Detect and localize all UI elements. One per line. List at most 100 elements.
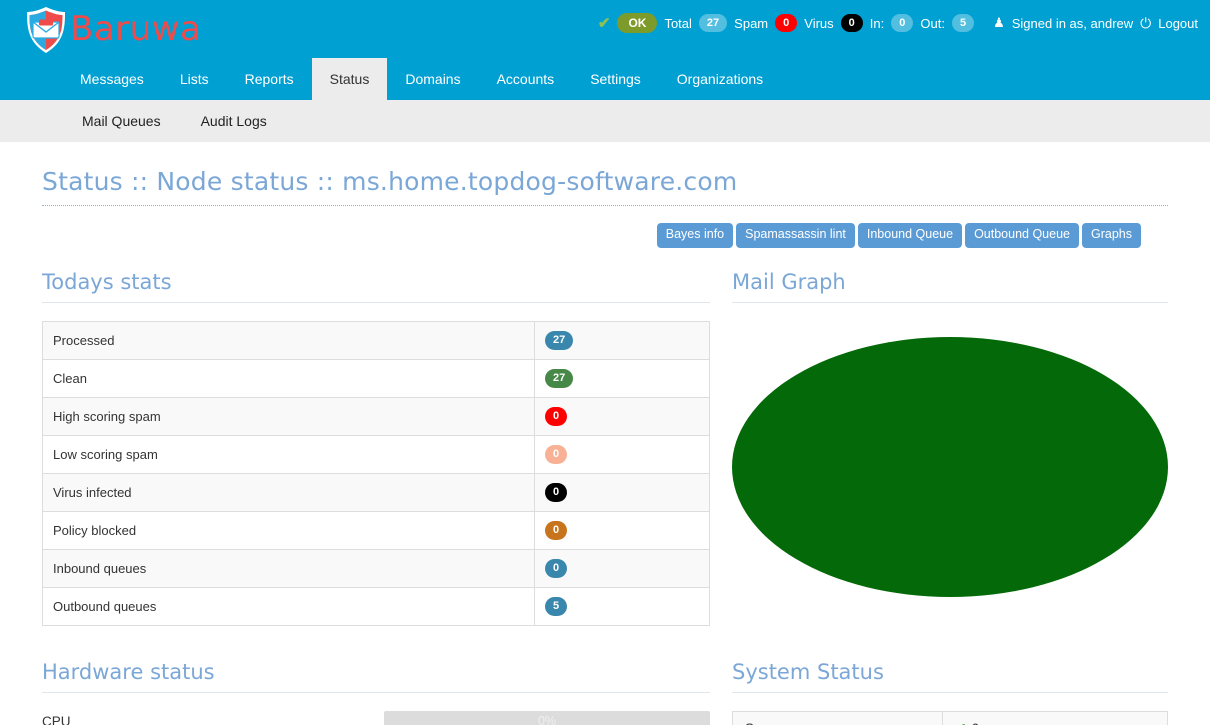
cpu-progress-text: 0%: [537, 713, 557, 725]
total-badge: 27: [698, 14, 728, 32]
outbound-badge: 5: [951, 14, 975, 32]
nav-item-reports[interactable]: Reports: [227, 58, 312, 100]
table-row: Outbound queues 5: [42, 587, 710, 626]
user-icon: ♟: [993, 15, 1005, 30]
spamassassin-lint-button[interactable]: Spamassassin lint: [736, 223, 855, 248]
status-badge: 27: [545, 368, 574, 388]
mail-graph-panel: Mail Graph: [732, 270, 1168, 626]
nav-label: Messages: [80, 71, 144, 87]
bottom-section: Hardware status CPU 0% Memory 87% System…: [42, 660, 1168, 725]
mail-graph-chart: [732, 321, 1168, 613]
page-title: Status :: Node status :: ms.home.topdog-…: [42, 142, 1168, 206]
nav-label: Organizations: [676, 71, 764, 87]
nav-item-settings[interactable]: Settings: [572, 58, 659, 100]
table-row: Inbound queues 0: [42, 549, 710, 588]
nav-label: Settings: [590, 71, 641, 87]
outbound-label: Out:: [920, 15, 945, 31]
virus-label: Virus: [804, 15, 834, 31]
nav-label: Status: [329, 71, 370, 87]
check-icon: ✔: [955, 721, 966, 725]
nav-item-status[interactable]: Status: [311, 58, 388, 100]
stat-value-cell: 0: [534, 397, 710, 436]
check-icon: ✔: [597, 15, 611, 32]
status-badge: 0: [545, 406, 568, 426]
system-label: Scanners: [732, 711, 943, 725]
nav-item-lists[interactable]: Lists: [162, 58, 227, 100]
graphs-button[interactable]: Graphs: [1082, 223, 1141, 248]
main-navigation: Messages Lists Reports Status Domains Ac…: [0, 58, 1210, 100]
system-value: 6 processes: [971, 721, 1044, 725]
stat-value-cell: 0: [534, 511, 710, 550]
shield-envelope-icon: [24, 4, 68, 54]
status-badge: 0: [545, 558, 568, 578]
table-row: Scanners ✔ 6 processes: [732, 711, 1168, 725]
hardware-row-cpu: CPU 0%: [42, 710, 710, 725]
table-row: Policy blocked 0: [42, 511, 710, 550]
brand-logo[interactable]: Baruwa: [24, 0, 201, 58]
app-header: Baruwa ✔ OK Total 27 Spam 0 Virus 0 In: …: [0, 0, 1210, 58]
inbound-badge: 0: [891, 14, 914, 32]
subnav-item-mail-queues[interactable]: Mail Queues: [62, 100, 181, 142]
stat-value-cell: 5: [534, 587, 710, 626]
pie-chart-svg: [732, 336, 1168, 597]
status-badge-ok: OK: [617, 13, 658, 33]
cpu-progress-bar: 0%: [384, 710, 710, 725]
todays-stats-title: Todays stats: [42, 270, 710, 303]
spam-label: Spam: [734, 15, 769, 31]
stat-value-cell: 27: [534, 359, 710, 398]
status-badge: 27: [545, 330, 574, 350]
inbound-label: In:: [869, 15, 885, 31]
nav-item-accounts[interactable]: Accounts: [479, 58, 573, 100]
header-status-bar: ✔ OK Total 27 Spam 0 Virus 0 In: 0 Out: …: [598, 0, 1198, 46]
stat-value-cell: 27: [534, 321, 710, 360]
stat-value-cell: 0: [534, 473, 710, 512]
stat-label: Outbound queues: [53, 598, 157, 614]
bayes-info-button[interactable]: Bayes info: [656, 223, 734, 248]
table-row: Processed 27: [42, 321, 710, 360]
system-value-cell: ✔ 6 processes: [942, 711, 1168, 725]
stat-label: Low scoring spam: [42, 435, 535, 474]
hardware-status-panel: Hardware status CPU 0% Memory 87%: [42, 660, 710, 725]
action-button-row: Bayes info Spamassassin lint Inbound Que…: [42, 223, 1168, 248]
stat-label: Clean: [42, 359, 535, 398]
todays-stats-panel: Todays stats Processed 27 Clean 27 High …: [42, 270, 710, 626]
table-row: Low scoring spam 0: [42, 435, 710, 474]
power-icon[interactable]: ⏻: [1140, 15, 1151, 32]
system-status-title: System Status: [732, 660, 1168, 693]
status-badge: 0: [545, 444, 568, 464]
status-badge: 0: [545, 520, 568, 540]
stat-value-cell: 0: [534, 435, 710, 474]
stat-label: Inbound queues: [42, 549, 535, 588]
outbound-queue-button[interactable]: Outbound Queue: [965, 223, 1079, 248]
stat-label: Policy blocked: [42, 511, 535, 550]
subnav-item-audit-logs[interactable]: Audit Logs: [181, 100, 287, 142]
stat-label: High scoring spam: [42, 397, 535, 436]
stat-value-cell: 0: [534, 549, 710, 588]
todays-stats-table: Processed 27 Clean 27 High scoring spam …: [42, 320, 710, 626]
brand-name: Baruwa: [70, 9, 202, 49]
status-badge: 0: [545, 482, 568, 502]
main-content: Status :: Node status :: ms.home.topdog-…: [0, 142, 1210, 725]
total-label: Total: [664, 15, 692, 31]
nav-label: Reports: [244, 71, 294, 87]
spam-badge: 0: [775, 14, 798, 32]
nav-label: Domains: [405, 71, 461, 87]
nav-item-domains[interactable]: Domains: [387, 58, 478, 100]
nav-item-messages[interactable]: Messages: [62, 58, 162, 100]
signed-in-text: Signed in as, andrew: [1011, 15, 1134, 31]
nav-item-organizations[interactable]: Organizations: [659, 58, 781, 100]
logout-link[interactable]: Logout: [1158, 16, 1198, 31]
mail-graph-title: Mail Graph: [732, 270, 1168, 303]
nav-label: Lists: [179, 71, 209, 87]
stat-label: Virus infected: [42, 473, 535, 512]
hardware-status-title: Hardware status: [42, 660, 710, 693]
status-badge: 5: [545, 596, 568, 616]
inbound-queue-button[interactable]: Inbound Queue: [857, 223, 963, 248]
table-row: Virus infected 0: [42, 473, 710, 512]
table-row: Clean 27: [42, 359, 710, 398]
nav-label: Accounts: [496, 71, 555, 87]
virus-badge: 0: [840, 14, 863, 32]
system-status-table: Scanners ✔6 processes MTA ✔2 processes: [732, 710, 1168, 725]
top-section: Todays stats Processed 27 Clean 27 High …: [42, 270, 1168, 626]
sub-navigation: Mail Queues Audit Logs: [0, 100, 1210, 142]
